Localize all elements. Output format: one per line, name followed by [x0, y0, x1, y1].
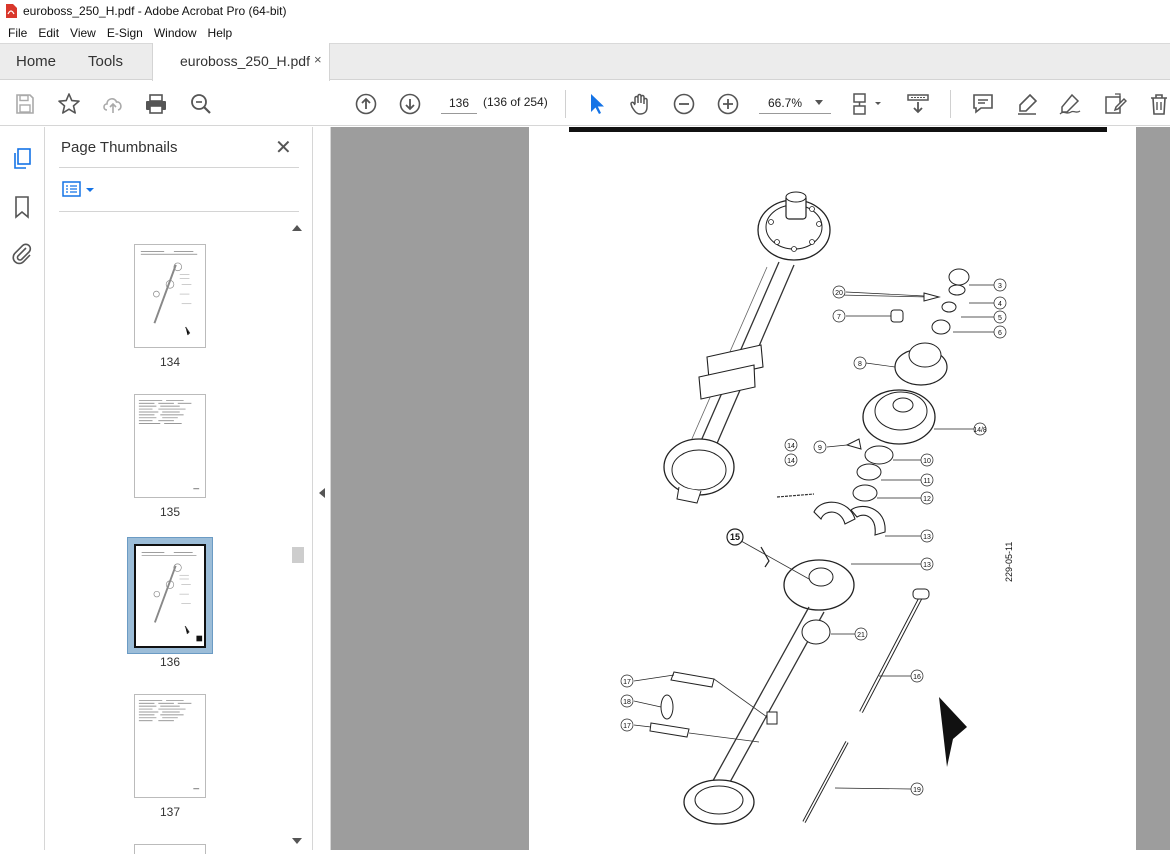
scroll-mode-icon[interactable] — [906, 92, 930, 116]
exploded-axle-drawing: 20 7 8 9 3 4 5 6 14/8 10 11 12 13 13 21 … — [569, 127, 1107, 825]
callout-label: 13 — [923, 562, 931, 569]
tab-bar: Home Tools euroboss_250_H.pdf × — [0, 43, 1170, 81]
thumbnail-label-137: 137 — [159, 805, 181, 819]
page-down-icon[interactable] — [398, 92, 422, 116]
zoom-in-icon[interactable] — [716, 92, 740, 116]
page-thumbnail-136[interactable] — [134, 544, 206, 648]
star-icon[interactable] — [57, 92, 81, 116]
callout-label: 18 — [623, 699, 631, 706]
tab-home[interactable]: Home — [16, 53, 56, 70]
page-thumbnail-137[interactable] — [134, 694, 206, 798]
menu-bar: File Edit View E-Sign Window Help — [0, 22, 1170, 43]
pdf-page: 20 7 8 9 3 4 5 6 14/8 10 11 12 13 13 21 … — [529, 127, 1136, 850]
page-fit-icon[interactable] — [851, 92, 881, 116]
callout-label: 21 — [857, 632, 865, 639]
callout-label: 14 — [787, 443, 795, 450]
drawing-code: 229-05-11 — [1004, 542, 1014, 582]
zoom-out-icon[interactable] — [672, 92, 696, 116]
tab-tools[interactable]: Tools — [88, 53, 123, 70]
pdf-app-icon — [6, 4, 17, 18]
sign-icon[interactable] — [1058, 92, 1082, 116]
menu-view[interactable]: View — [70, 26, 96, 40]
page-thumbnail-134[interactable] — [134, 244, 206, 348]
toolbar-divider — [565, 90, 566, 118]
thumbnail-label-134: 134 — [159, 355, 181, 369]
hand-icon[interactable] — [628, 92, 652, 116]
callout-label: 17 — [623, 679, 631, 686]
edit-pdf-icon[interactable] — [1103, 92, 1128, 116]
collapse-panel-icon[interactable] — [319, 488, 325, 498]
callout-label: 8 — [858, 361, 862, 368]
panel-title: Page Thumbnails — [61, 139, 178, 156]
menu-esign[interactable]: E-Sign — [107, 26, 143, 40]
callout-label: 12 — [923, 496, 931, 503]
cloud-upload-icon[interactable] — [101, 92, 125, 116]
close-panel-icon[interactable]: ✕ — [275, 135, 292, 160]
callout-label: 16 — [913, 674, 921, 681]
page-thumbnails-panel: Page Thumbnails ✕ 134 135 136 137 — [45, 127, 313, 854]
scroll-up-icon[interactable] — [292, 225, 302, 231]
page-up-icon[interactable] — [354, 92, 378, 116]
thumbnail-scrollbar[interactable] — [289, 221, 304, 850]
delete-icon[interactable] — [1147, 92, 1170, 116]
chevron-down-icon — [815, 100, 823, 105]
callout-label: 5 — [998, 315, 1002, 322]
comment-icon[interactable] — [971, 92, 995, 116]
close-tab-icon[interactable]: × — [314, 52, 322, 67]
select-pointer-icon[interactable] — [585, 92, 609, 116]
highlight-icon[interactable] — [1015, 92, 1039, 116]
page-count: (136 of 254) — [483, 95, 548, 109]
scrollbar-thumb[interactable] — [292, 547, 304, 563]
save-icon[interactable] — [13, 92, 37, 116]
navigation-rail — [0, 127, 45, 850]
window-title: euroboss_250_H.pdf - Adobe Acrobat Pro (… — [23, 4, 287, 18]
zoom-level-select[interactable]: 66.7% — [759, 92, 831, 114]
scroll-down-icon[interactable] — [292, 838, 302, 844]
menu-help[interactable]: Help — [208, 26, 233, 40]
menu-edit[interactable]: Edit — [38, 26, 59, 40]
callout-label: 13 — [923, 534, 931, 541]
menu-window[interactable]: Window — [154, 26, 197, 40]
page-thumbnails-icon[interactable] — [10, 147, 34, 171]
callout-label: 15 — [730, 532, 740, 542]
callout-label: 14 — [787, 458, 795, 465]
callout-label: 7 — [837, 314, 841, 321]
divider — [59, 211, 299, 212]
panel-splitter[interactable] — [313, 127, 331, 850]
callout-label: 19 — [913, 787, 921, 794]
callout-label: 10 — [923, 458, 931, 465]
document-tab-label: euroboss_250_H.pdf — [180, 53, 310, 69]
callout-label: 4 — [998, 301, 1002, 308]
callout-label: 6 — [998, 330, 1002, 337]
callout-label: 14/8 — [973, 427, 987, 434]
callout-label: 17 — [623, 723, 631, 730]
zoom-search-icon[interactable] — [189, 92, 213, 116]
callout-label: 9 — [818, 445, 822, 452]
print-icon[interactable] — [144, 92, 168, 116]
document-view[interactable]: 20 7 8 9 3 4 5 6 14/8 10 11 12 13 13 21 … — [331, 127, 1170, 850]
toolbar-divider — [950, 90, 951, 118]
thumbnail-options-button[interactable] — [62, 180, 98, 200]
thumbnail-label-135: 135 — [159, 505, 181, 519]
divider — [59, 167, 299, 168]
attachment-icon[interactable] — [10, 241, 34, 265]
tab-document[interactable]: euroboss_250_H.pdf × — [152, 43, 330, 81]
menu-file[interactable]: File — [8, 26, 27, 40]
toolbar: 136 (136 of 254) 66.7% — [0, 81, 1170, 126]
callout-label: 20 — [835, 290, 843, 297]
thumbnail-label-136: 136 — [159, 655, 181, 669]
bookmark-icon[interactable] — [10, 195, 34, 219]
callout-label: 3 — [998, 283, 1002, 290]
page-thumbnail-135[interactable] — [134, 394, 206, 498]
callout-label: 11 — [923, 478, 930, 485]
zoom-level-value: 66.7% — [768, 96, 803, 110]
title-bar: euroboss_250_H.pdf - Adobe Acrobat Pro (… — [0, 0, 1170, 22]
page-number-input[interactable]: 136 — [441, 92, 477, 114]
page-thumbnail-next[interactable] — [134, 844, 206, 854]
